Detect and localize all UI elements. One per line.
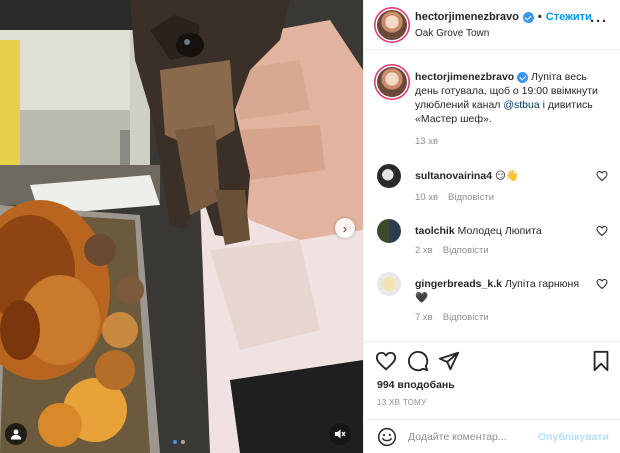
heart-icon[interactable] (596, 170, 608, 182)
post-location[interactable]: Oak Grove Town (415, 28, 489, 39)
comment-time: 10 хв (415, 192, 439, 203)
comment-username[interactable]: gingerbreads_k.k (415, 278, 502, 290)
post-header: hectorjimenezbravo • Стежити Oak Grove T… (364, 0, 620, 50)
separator-dot: • (537, 11, 542, 23)
reply-button[interactable]: Відповісти (443, 312, 489, 323)
share-paper-plane-icon[interactable] (438, 350, 460, 372)
tagged-user-button[interactable] (5, 423, 27, 445)
reply-button[interactable]: Відповісти (448, 192, 494, 203)
comment-avatar[interactable] (377, 272, 401, 296)
caption-text: hectorjimenezbravo Лупіта весь день готу… (415, 70, 611, 126)
comments-list[interactable]: hectorjimenezbravo Лупіта весь день готу… (364, 51, 620, 340)
comment-item: taolchik Молодец Люпита 2 хв Відповісти (377, 219, 612, 265)
comment-text: sultanovairina4 😏👋 (415, 169, 585, 183)
user-icon (11, 429, 21, 440)
next-slide-button[interactable]: › (335, 218, 355, 238)
post-details-panel: hectorjimenezbravo • Стежити Oak Grove T… (363, 0, 620, 453)
more-horizontal-icon[interactable]: ··· (590, 13, 608, 30)
like-heart-icon[interactable] (375, 350, 397, 372)
comment-username[interactable]: taolchik (415, 225, 455, 237)
follow-button[interactable]: Стежити (546, 11, 592, 23)
comment-avatar[interactable] (377, 219, 401, 243)
speaker-muted-icon (335, 429, 346, 439)
post-timestamp[interactable]: 13 ХВ ТОМУ (377, 398, 427, 407)
comment-username[interactable]: sultanovairina4 (415, 170, 492, 182)
post-photo (0, 0, 363, 453)
verified-badge-icon (517, 71, 529, 83)
comment-item: gingerbreads_k.k Лупіта гарнюня🖤 7 хв Ві… (377, 272, 612, 332)
comment-meta: 7 хв Відповісти (415, 312, 489, 323)
likes-count[interactable]: 994 вподобань (377, 379, 455, 391)
comment-body: 😏👋 (492, 170, 519, 182)
bookmark-icon[interactable] (590, 350, 612, 372)
carousel-dot (181, 440, 185, 444)
chevron-right-icon: › (342, 220, 348, 236)
publish-button[interactable]: Опублікувати (538, 431, 609, 443)
add-comment-bar: Додайте коментар... Опублікувати (364, 419, 620, 453)
mute-button[interactable] (329, 423, 351, 445)
comment-bubble-icon[interactable] (407, 350, 429, 372)
comment-meta: 2 хв Відповісти (415, 245, 489, 256)
post-media[interactable]: › (0, 0, 363, 453)
comment-time: 2 хв (415, 245, 433, 256)
comment-text: gingerbreads_k.k Лупіта гарнюня🖤 (415, 277, 585, 305)
post-actions: 994 вподобань 13 ХВ ТОМУ (364, 341, 620, 413)
author-row: hectorjimenezbravo • Стежити (415, 11, 592, 23)
heart-icon[interactable] (596, 225, 608, 237)
heart-icon[interactable] (596, 278, 608, 290)
carousel-dot (173, 440, 177, 444)
caption-username[interactable]: hectorjimenezbravo (415, 71, 514, 83)
comment-text: taolchik Молодец Люпита (415, 224, 585, 238)
comment-item: sultanovairina4 😏👋 10 хв Відповісти (377, 164, 612, 210)
carousel-indicator (173, 440, 185, 444)
author-username[interactable]: hectorjimenezbravo (415, 11, 519, 23)
comment-body: Молодец Люпита (454, 225, 542, 237)
caption-mention-link[interactable]: @stbua (503, 99, 539, 111)
reply-button[interactable]: Відповісти (443, 245, 489, 256)
verified-badge-icon (522, 11, 534, 23)
caption-avatar[interactable] (377, 67, 407, 97)
comment-avatar[interactable] (377, 164, 401, 188)
caption-time: 13 хв (415, 136, 439, 147)
comment-meta: 10 хв Відповісти (415, 192, 494, 203)
author-avatar[interactable] (377, 10, 407, 40)
comment-input[interactable]: Додайте коментар... (408, 431, 507, 443)
emoji-icon[interactable] (377, 427, 397, 447)
comment-time: 7 хв (415, 312, 433, 323)
